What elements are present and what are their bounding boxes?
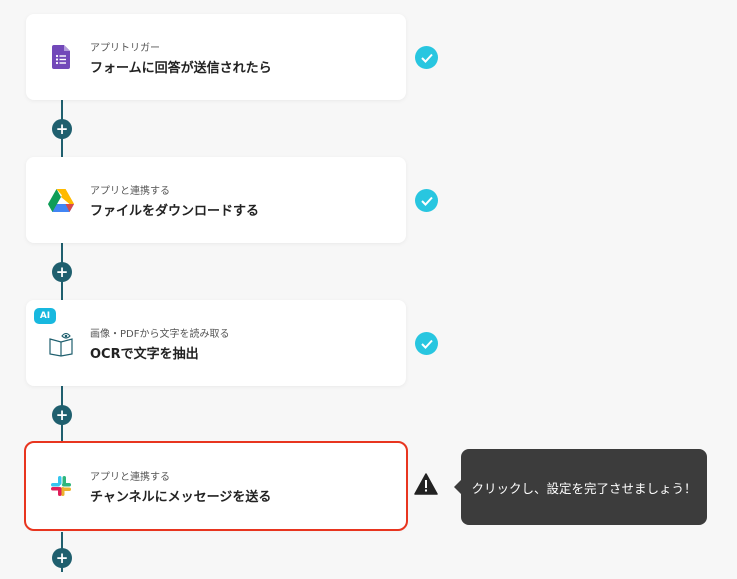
- step-subtitle: アプリと連携する: [90, 471, 170, 483]
- add-step-button[interactable]: +: [52, 262, 72, 282]
- add-step-button[interactable]: +: [52, 405, 72, 425]
- tooltip-text: クリックし、設定を完了させましょう！: [471, 480, 697, 496]
- step-title: OCRで文字を抽出: [90, 346, 199, 362]
- check-icon: [415, 46, 438, 69]
- step-subtitle: アプリトリガー: [90, 42, 160, 54]
- ocr-book-icon: [47, 329, 75, 357]
- step-card-ocr[interactable]: 画像・PDFから文字を読み取る OCRで文字を抽出: [26, 300, 406, 386]
- add-step-button[interactable]: +: [52, 119, 72, 139]
- google-drive-icon: [47, 186, 75, 214]
- slack-icon: [47, 472, 75, 500]
- step-card-download-file[interactable]: アプリと連携する ファイルをダウンロードする: [26, 157, 406, 243]
- step-title: ファイルをダウンロードする: [90, 203, 260, 219]
- tooltip: クリックし、設定を完了させましょう！: [454, 449, 707, 525]
- step-card-slack-message[interactable]: アプリと連携する チャンネルにメッセージを送る: [24, 441, 408, 531]
- check-icon: [415, 332, 438, 355]
- add-step-button[interactable]: +: [52, 548, 72, 568]
- step-subtitle: 画像・PDFから文字を読み取る: [90, 328, 230, 340]
- warning-icon: [414, 473, 438, 499]
- step-subtitle: アプリと連携する: [90, 185, 170, 197]
- step-card-form-trigger[interactable]: アプリトリガー フォームに回答が送信されたら: [26, 14, 406, 100]
- ai-badge: AI: [34, 308, 56, 324]
- step-title: チャンネルにメッセージを送る: [90, 489, 272, 505]
- step-title: フォームに回答が送信されたら: [90, 60, 272, 76]
- google-forms-icon: [47, 43, 75, 71]
- check-icon: [415, 189, 438, 212]
